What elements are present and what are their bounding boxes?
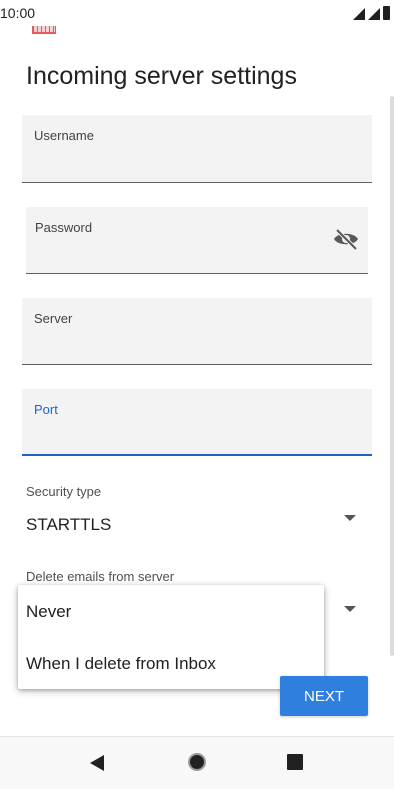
username-label: Username (34, 128, 94, 143)
menu-item-when-delete-inbox[interactable]: When I delete from Inbox (26, 654, 216, 674)
page-title: Incoming server settings (26, 62, 297, 90)
signal-icon (353, 8, 365, 20)
notification-icon (32, 26, 56, 34)
chevron-down-icon[interactable] (344, 606, 356, 612)
password-label: Password (35, 220, 93, 235)
status-icons (353, 6, 390, 20)
status-time: 10:00 (0, 5, 36, 21)
security-type-label: Security type (26, 484, 102, 499)
home-circle-icon[interactable] (188, 753, 206, 771)
password-field[interactable]: Password (26, 207, 368, 274)
server-label: Server (34, 311, 73, 326)
battery-icon (383, 6, 390, 20)
port-label: Port (34, 402, 58, 417)
scrollbar[interactable] (390, 96, 394, 656)
chevron-down-icon[interactable] (344, 515, 356, 521)
next-button[interactable]: NEXT (280, 676, 368, 716)
server-field[interactable]: Server (22, 298, 372, 365)
status-bar: 10:00 (0, 0, 394, 24)
navigation-bar (0, 736, 394, 789)
port-field[interactable]: Port (22, 389, 372, 456)
security-type-select[interactable]: STARTTLS (26, 515, 111, 535)
delete-emails-label: Delete emails from server (26, 569, 175, 584)
eye-off-icon[interactable] (332, 227, 360, 251)
back-triangle-icon[interactable] (90, 755, 104, 771)
delete-emails-menu: Never When I delete from Inbox (18, 585, 324, 689)
menu-item-never[interactable]: Never (26, 602, 71, 622)
username-field[interactable]: Username (22, 115, 372, 183)
wifi-icon (368, 8, 380, 20)
recents-square-icon[interactable] (287, 754, 303, 770)
